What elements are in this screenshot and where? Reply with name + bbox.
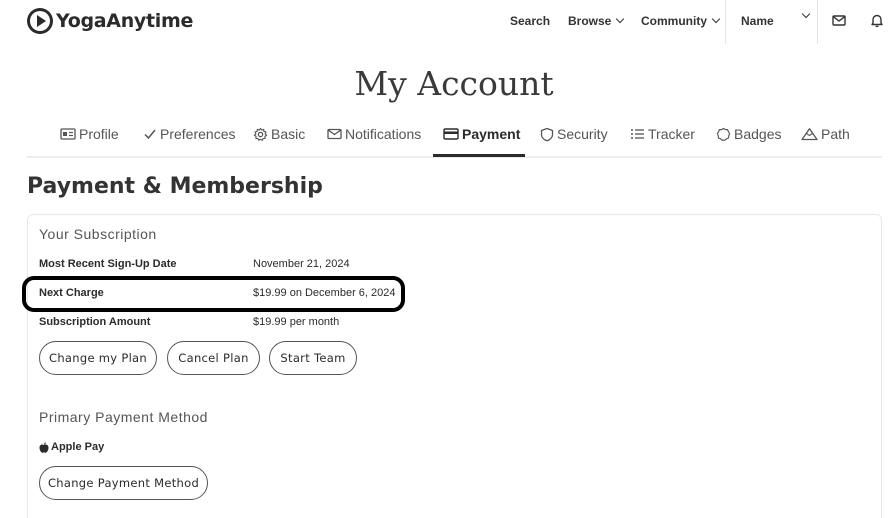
id-card-icon bbox=[60, 128, 76, 140]
tab-preferences[interactable]: Preferences bbox=[143, 124, 235, 144]
tab-label: Security bbox=[557, 126, 608, 142]
tab-label: Basic bbox=[271, 126, 306, 142]
chevron-down-icon bbox=[711, 14, 721, 24]
tab-label: Tracker bbox=[648, 126, 695, 142]
subscription-heading: Your Subscription bbox=[39, 226, 157, 242]
next-charge-label: Next Charge bbox=[39, 287, 104, 299]
tab-label: Preferences bbox=[160, 126, 236, 142]
signup-date-label: Most Recent Sign-Up Date bbox=[39, 258, 177, 270]
tab-label: Badges bbox=[734, 126, 782, 142]
chevron-down-icon[interactable] bbox=[801, 9, 811, 19]
mountain-icon bbox=[801, 128, 818, 141]
payment-method: Apple Pay bbox=[39, 441, 104, 453]
tab-label: Path bbox=[821, 126, 850, 142]
mail-icon[interactable] bbox=[831, 12, 847, 28]
top-header: YogaAnytime Search Browse Community Name bbox=[0, 0, 894, 44]
badge-icon bbox=[716, 127, 731, 141]
chevron-down-icon bbox=[616, 14, 625, 24]
tab-basic[interactable]: Basic bbox=[253, 124, 305, 144]
apple-icon bbox=[39, 441, 49, 453]
divider bbox=[725, 0, 726, 44]
shield-icon bbox=[540, 127, 554, 141]
tab-tracker[interactable]: Tracker bbox=[630, 124, 695, 144]
play-logo-icon bbox=[27, 8, 53, 34]
logo[interactable]: YogaAnytime bbox=[27, 8, 193, 34]
payment-method-label: Apple Pay bbox=[51, 441, 105, 453]
tab-label: Profile bbox=[79, 126, 119, 142]
next-charge-value: $19.99 on December 6, 2024 bbox=[253, 287, 396, 299]
bell-icon[interactable] bbox=[869, 12, 885, 28]
nav-search[interactable]: Search bbox=[510, 14, 550, 28]
section-title: Payment & Membership bbox=[27, 174, 323, 199]
nav-browse-label: Browse bbox=[568, 14, 612, 28]
tab-security[interactable]: Security bbox=[540, 124, 608, 144]
gear-icon bbox=[253, 127, 268, 141]
tab-label: Payment bbox=[462, 126, 521, 142]
active-tab-indicator bbox=[433, 154, 525, 157]
page-title: My Account bbox=[354, 64, 554, 103]
tab-notifications[interactable]: Notifications bbox=[327, 124, 421, 144]
nav-community-label: Community bbox=[641, 14, 707, 28]
cancel-plan-button[interactable]: Cancel Plan bbox=[167, 341, 260, 375]
divider bbox=[817, 0, 818, 44]
tab-profile[interactable]: Profile bbox=[60, 124, 119, 144]
change-plan-button[interactable]: Change my Plan bbox=[39, 341, 157, 375]
list-icon bbox=[631, 129, 644, 139]
tab-label: Notifications bbox=[345, 126, 422, 142]
check-icon bbox=[144, 129, 156, 140]
logo-text: YogaAnytime bbox=[56, 10, 194, 32]
nav-browse[interactable]: Browse bbox=[568, 14, 625, 28]
account-tabs: Profile Preferences Basic Notifications … bbox=[27, 118, 882, 158]
tab-payment[interactable]: Payment bbox=[443, 124, 520, 144]
change-payment-method-button[interactable]: Change Payment Method bbox=[39, 466, 208, 500]
signup-date-value: November 21, 2024 bbox=[253, 258, 350, 270]
credit-card-icon bbox=[443, 128, 459, 140]
envelope-icon bbox=[327, 128, 342, 140]
nav-community[interactable]: Community bbox=[641, 14, 721, 28]
account-name-select[interactable]: Name bbox=[741, 14, 774, 28]
tab-badges[interactable]: Badges bbox=[716, 124, 781, 144]
start-team-button[interactable]: Start Team bbox=[269, 341, 357, 375]
subscription-amount-label: Subscription Amount bbox=[39, 316, 151, 328]
primary-payment-heading: Primary Payment Method bbox=[39, 409, 208, 425]
subscription-amount-value: $19.99 per month bbox=[253, 316, 340, 328]
tab-path[interactable]: Path bbox=[801, 124, 850, 144]
